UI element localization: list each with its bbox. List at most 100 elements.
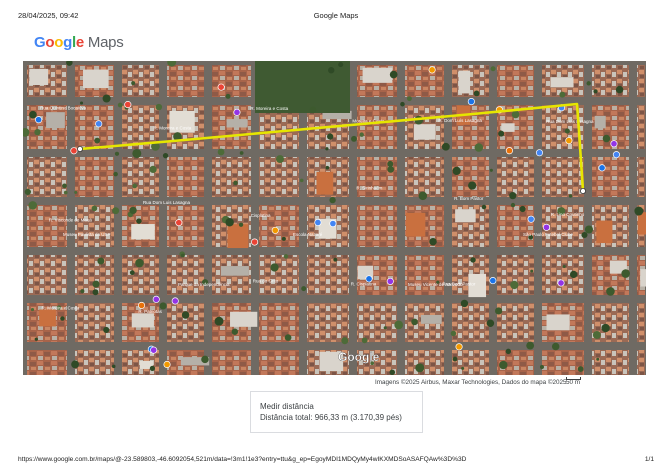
tree <box>621 269 630 278</box>
building <box>420 314 442 324</box>
street-label: Rua do Grito <box>253 278 279 283</box>
city-block <box>27 205 67 247</box>
logo-letter: G <box>34 34 46 51</box>
city-block <box>452 65 489 97</box>
place-pin-icon <box>152 295 160 303</box>
route-end-point <box>580 188 587 195</box>
city-block <box>212 157 251 197</box>
satellite-map[interactable]: Rua Quintino Bocaiúva R. Moreira e Costa R… <box>23 61 646 375</box>
place-pin-icon <box>251 238 259 246</box>
building <box>39 309 56 327</box>
city-block <box>167 303 204 342</box>
tree <box>62 183 67 189</box>
city-block <box>452 350 489 375</box>
tree <box>283 254 289 259</box>
tree <box>102 94 111 103</box>
tree <box>461 366 465 370</box>
tree <box>383 326 387 330</box>
building <box>220 266 249 276</box>
street-label: R. Lino Coutinho <box>551 212 585 217</box>
tree <box>155 103 163 111</box>
city-block <box>357 205 397 247</box>
city-block <box>542 350 584 375</box>
tree <box>276 155 284 164</box>
tree <box>24 188 31 196</box>
city-block <box>167 157 204 197</box>
city-block <box>592 157 629 197</box>
measure-distance-panel: Medir distância Distância total: 966,33 … <box>250 391 423 433</box>
street-label: R. Cisplatina <box>351 282 377 287</box>
map-watermark: Google <box>338 350 380 364</box>
place-pin-icon <box>467 98 475 106</box>
city-block <box>357 105 397 149</box>
tree <box>111 364 116 369</box>
tree <box>92 289 99 296</box>
place-pin-icon <box>612 151 620 159</box>
tree <box>470 257 476 263</box>
park-area <box>255 61 350 113</box>
tree <box>341 337 349 345</box>
tree <box>400 101 405 107</box>
tree <box>452 356 458 362</box>
city-block <box>167 205 204 247</box>
tree <box>394 320 404 330</box>
street-label: R. Patriotas <box>138 309 162 314</box>
place-pin-icon <box>610 140 618 148</box>
street-label: R. Sirinhaém <box>356 185 382 190</box>
city-block <box>637 157 645 197</box>
tree <box>389 70 398 79</box>
building <box>83 69 109 89</box>
building <box>501 123 515 132</box>
city-block <box>637 303 645 342</box>
tree <box>593 89 598 94</box>
city-block <box>307 303 349 342</box>
building <box>46 112 65 129</box>
tree <box>34 337 38 341</box>
building <box>413 124 436 140</box>
building <box>594 115 606 129</box>
google-maps-logo: Google Maps <box>34 34 124 51</box>
place-label: Escola Nazaré <box>293 232 323 237</box>
tree <box>474 143 484 152</box>
tree <box>328 67 335 74</box>
tree <box>429 237 437 246</box>
tree <box>129 270 135 276</box>
city-block <box>259 255 299 295</box>
tree <box>136 218 142 224</box>
building <box>226 119 248 128</box>
city-block <box>259 157 299 197</box>
tree <box>217 148 225 156</box>
building <box>227 224 249 249</box>
city-block <box>497 65 534 97</box>
city-block <box>497 255 534 295</box>
place-pin-icon <box>598 164 606 172</box>
tree <box>569 270 578 279</box>
tree <box>486 319 495 328</box>
tree <box>586 81 591 86</box>
street-label: R. Moreira e Costa <box>153 126 191 131</box>
tree <box>284 334 292 341</box>
tree <box>149 365 155 371</box>
city-block <box>122 65 159 97</box>
tree <box>415 363 425 373</box>
city-block <box>75 350 114 375</box>
street-label: R. Moreira e Costa <box>41 306 79 311</box>
place-pin-icon <box>124 101 132 109</box>
place-pin-icon <box>163 360 171 369</box>
building <box>131 224 155 240</box>
street-label: Rua Quintino Bocaiúva <box>40 106 87 111</box>
city-block <box>542 157 584 197</box>
building <box>316 171 334 195</box>
tree <box>602 134 611 143</box>
route-start-point <box>77 146 84 153</box>
tree <box>519 205 526 213</box>
city-block <box>497 303 534 342</box>
tree <box>29 110 37 119</box>
city-block <box>452 157 489 197</box>
city-block <box>212 350 251 375</box>
tree <box>231 328 239 335</box>
city-block <box>27 350 67 375</box>
tree <box>225 93 231 99</box>
logo-maps-word: Maps <box>87 34 124 51</box>
city-block <box>167 255 204 295</box>
